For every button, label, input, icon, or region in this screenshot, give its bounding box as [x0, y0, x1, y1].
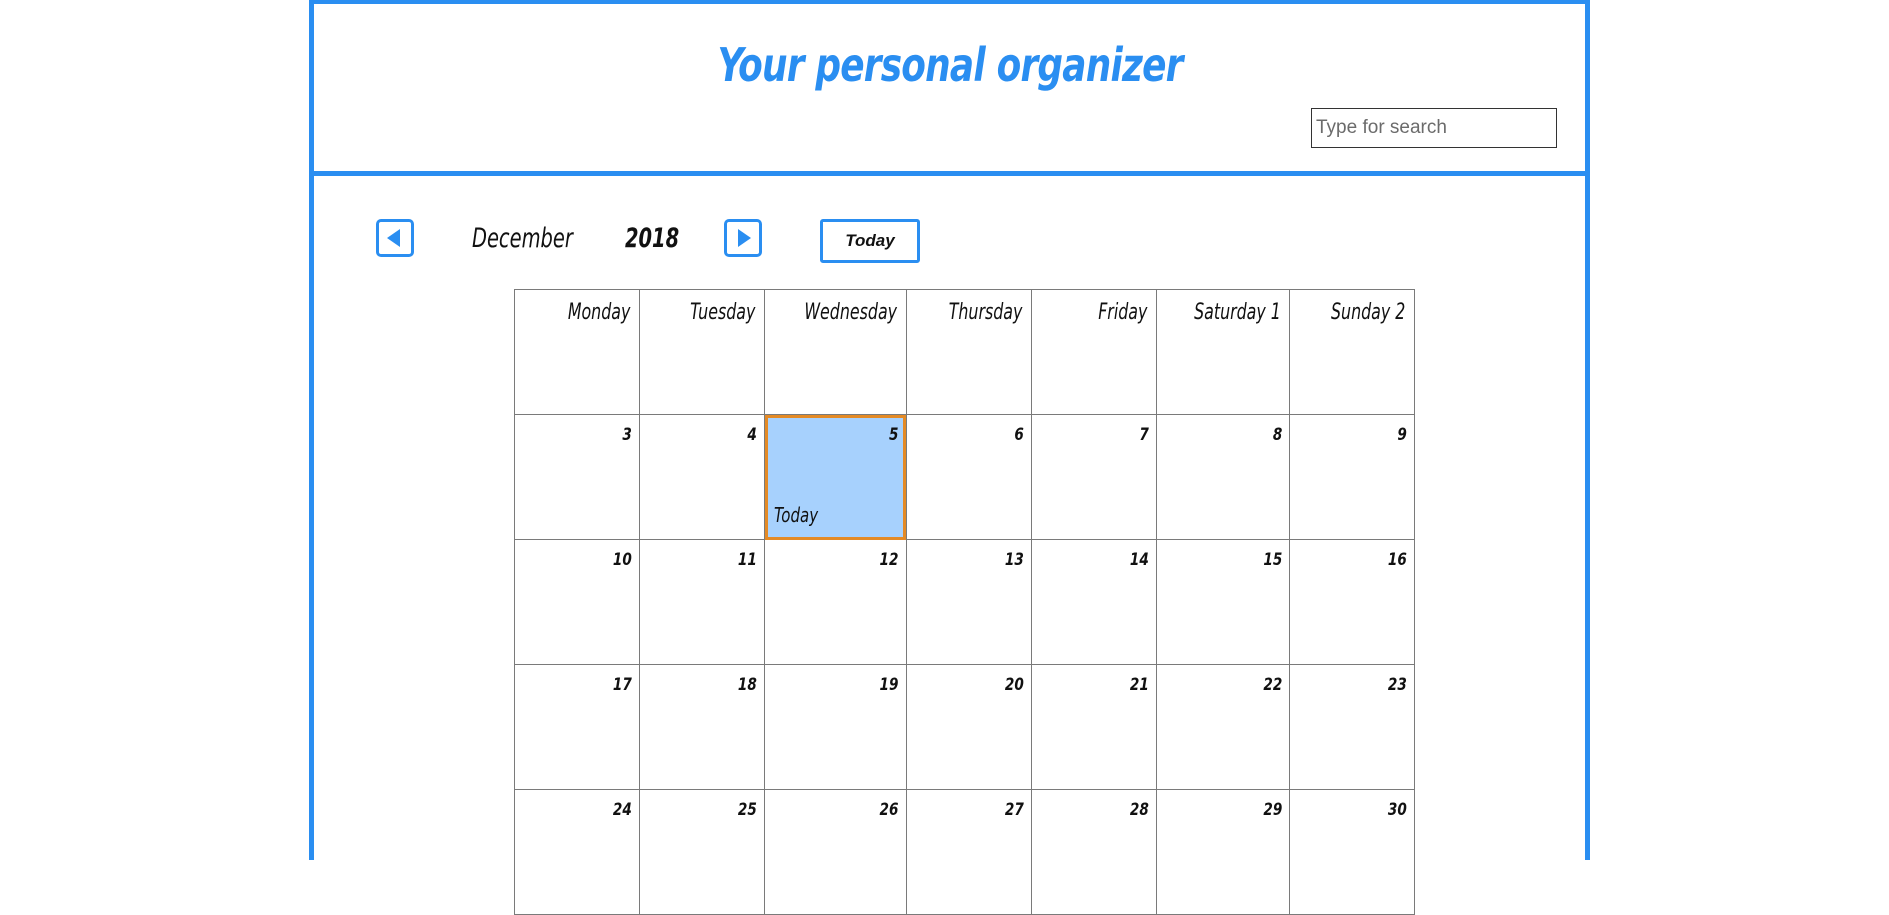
day-number: 13 [1004, 550, 1024, 570]
day-number: 26 [879, 800, 899, 820]
day-cell[interactable]: 13 [905, 539, 1032, 665]
day-cell[interactable]: 18 [639, 664, 765, 790]
day-cell[interactable]: Friday [1030, 289, 1157, 415]
week-row: 24 25 26 27 28 29 30 [514, 789, 1416, 915]
day-number: 7 [1138, 425, 1149, 445]
day-cell[interactable]: 25 [639, 789, 765, 915]
day-number: 21 [1129, 675, 1149, 695]
day-cell[interactable]: 7 [1030, 414, 1157, 540]
week-row: 10 11 12 13 14 15 16 [514, 539, 1416, 665]
day-number: 11 [737, 550, 757, 570]
day-cell[interactable]: 10 [514, 539, 640, 665]
day-number: 18 [737, 675, 757, 695]
day-cell[interactable]: 9 [1289, 414, 1416, 540]
weekday-label: Monday [567, 300, 631, 325]
day-cell[interactable]: 23 [1289, 664, 1416, 790]
day-cell[interactable]: Saturday 1 [1155, 289, 1291, 415]
today-button[interactable]: Today [820, 219, 920, 263]
day-number: 8 [1272, 425, 1283, 445]
day-number: 16 [1388, 550, 1408, 570]
day-number: 28 [1129, 800, 1149, 820]
header: Your personal organizer [314, 4, 1585, 176]
day-number: 14 [1129, 550, 1149, 570]
day-cell[interactable]: 28 [1030, 789, 1157, 915]
weekday-label: Wednesday [804, 300, 898, 325]
day-number: 19 [879, 675, 899, 695]
day-number: 24 [612, 800, 632, 820]
day-number: 5 [888, 425, 899, 445]
triangle-right-icon [738, 229, 751, 247]
month-label: December [472, 223, 573, 254]
day-cell[interactable]: Sunday 2 [1289, 289, 1416, 415]
search-input[interactable] [1311, 108, 1557, 148]
day-number: 23 [1388, 675, 1408, 695]
day-number: 6 [1013, 425, 1024, 445]
day-cell[interactable]: 3 [514, 414, 640, 540]
year-label: 2018 [625, 223, 680, 254]
triangle-left-icon [387, 229, 400, 247]
day-cell[interactable]: 6 [905, 414, 1032, 540]
day-number: 10 [612, 550, 632, 570]
week-row: 17 18 19 20 21 22 23 [514, 664, 1416, 790]
day-cell[interactable]: Monday [514, 289, 640, 415]
weekday-label: Friday [1097, 300, 1148, 325]
day-cell[interactable]: 26 [764, 789, 907, 915]
day-number: 17 [612, 675, 632, 695]
weekday-label: Saturday 1 [1193, 300, 1281, 325]
day-cell[interactable]: 30 [1289, 789, 1416, 915]
day-cell[interactable]: 19 [764, 664, 907, 790]
day-cell[interactable]: 20 [905, 664, 1032, 790]
day-cell[interactable]: 4 [639, 414, 765, 540]
day-number: 29 [1263, 800, 1283, 820]
day-cell[interactable]: 12 [764, 539, 907, 665]
day-cell[interactable]: 8 [1155, 414, 1291, 540]
day-cell[interactable]: Thursday [905, 289, 1032, 415]
day-number: 22 [1263, 675, 1283, 695]
weekday-header-row: Monday Tuesday Wednesday Thursday Friday Satu… [514, 289, 1416, 415]
day-number: 3 [622, 425, 632, 445]
day-cell[interactable]: 29 [1155, 789, 1291, 915]
day-cell-today[interactable]: 5 Today [764, 414, 907, 540]
day-cell[interactable]: 15 [1155, 539, 1291, 665]
next-month-button[interactable] [724, 219, 762, 257]
day-cell[interactable]: 24 [514, 789, 640, 915]
previous-month-button[interactable] [376, 219, 414, 257]
week-row: 3 4 5 Today 6 7 8 9 [514, 414, 1416, 540]
day-cell[interactable]: 16 [1289, 539, 1416, 665]
day-number: 25 [737, 800, 757, 820]
day-cell[interactable]: 11 [639, 539, 765, 665]
weekday-label: Tuesday [690, 300, 756, 325]
day-cell[interactable]: Wednesday [764, 289, 907, 415]
month-navigation: December 2018 Today [314, 176, 1585, 276]
day-number: 20 [1004, 675, 1024, 695]
day-cell[interactable]: 14 [1030, 539, 1157, 665]
day-cell[interactable]: 21 [1030, 664, 1157, 790]
day-number: 9 [1397, 425, 1408, 445]
day-cell[interactable]: Tuesday [639, 289, 765, 415]
today-marker: Today [774, 503, 819, 527]
weekday-label: Thursday [948, 300, 1023, 325]
day-cell[interactable]: 27 [905, 789, 1032, 915]
day-number: 4 [747, 425, 757, 445]
app-frame: Your personal organizer December 2018 To… [309, 0, 1590, 915]
day-cell[interactable]: 17 [514, 664, 640, 790]
weekday-label: Sunday 2 [1331, 300, 1406, 325]
calendar-grid: Monday Tuesday Wednesday Thursday Friday Satu… [514, 289, 1416, 915]
day-number: 27 [1004, 800, 1024, 820]
day-number: 12 [879, 550, 899, 570]
day-number: 30 [1388, 800, 1408, 820]
day-number: 15 [1263, 550, 1283, 570]
day-cell[interactable]: 22 [1155, 664, 1291, 790]
page-title: Your personal organizer [717, 38, 1184, 92]
